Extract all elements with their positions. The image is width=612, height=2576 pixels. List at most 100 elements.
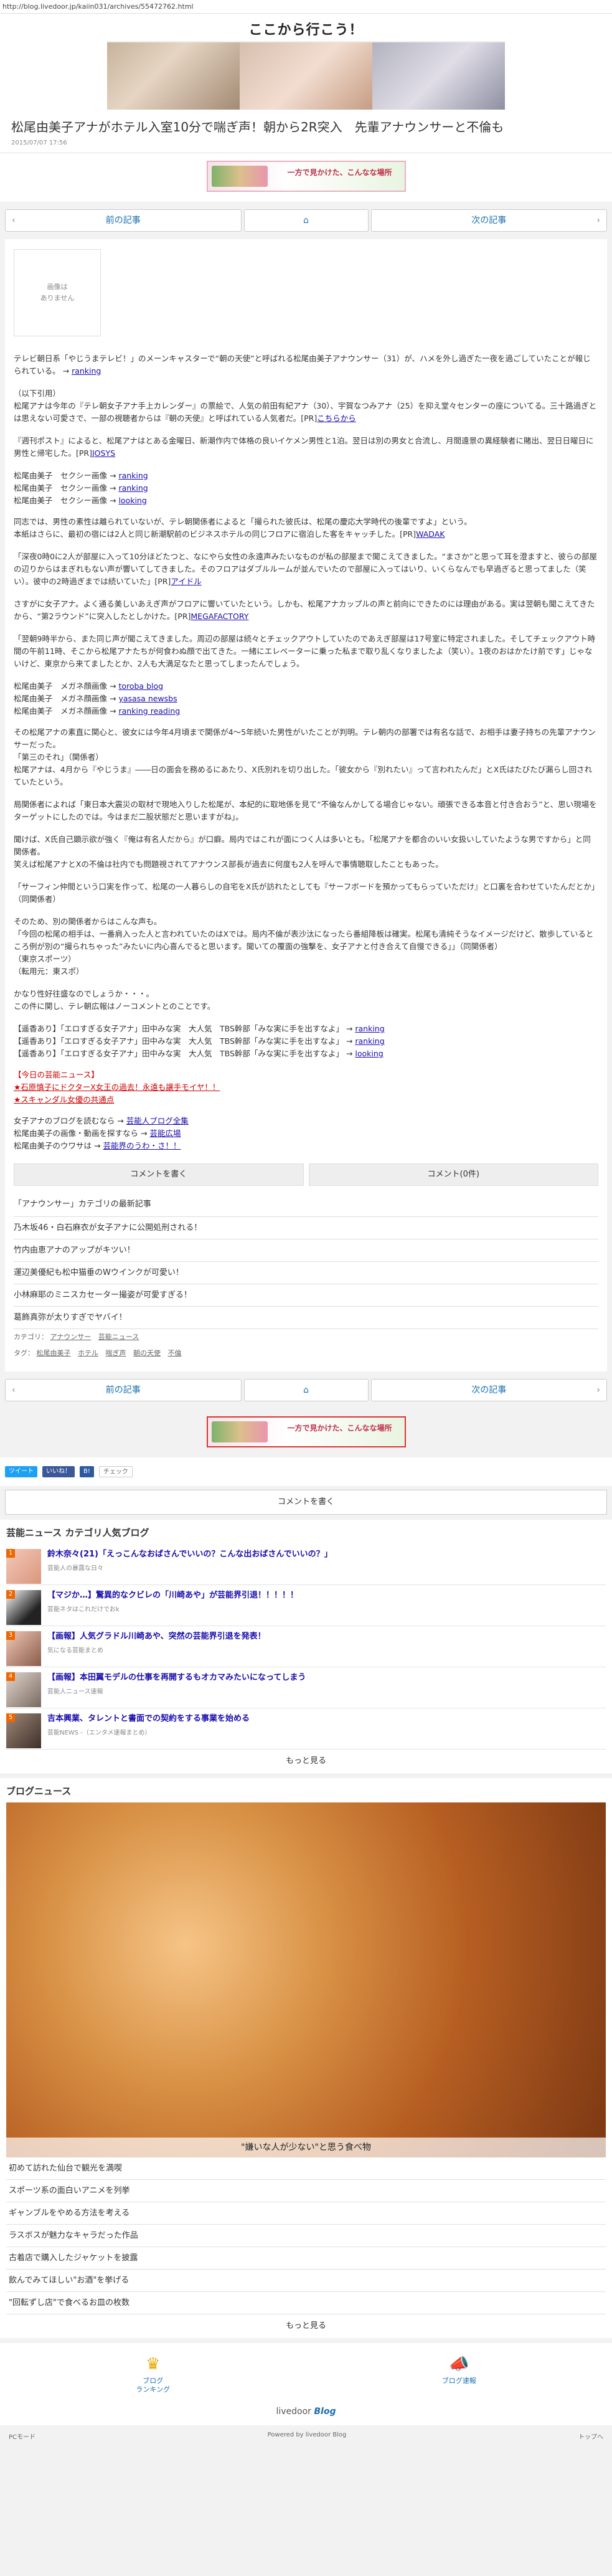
blog-news-item[interactable]: スポーツ系の面白いアニメを列挙 <box>6 2180 606 2202</box>
tag-link[interactable]: 松尾由美子 <box>37 1349 71 1357</box>
blog-news-flash-link[interactable]: 📣 ブログ速報 <box>397 2354 521 2394</box>
related-item[interactable]: 竹内由恵アナのアップがキツい！ <box>14 1239 598 1262</box>
ad-banner-bottom[interactable]: 一方で見かけた、こんなな場所 <box>206 1416 406 1447</box>
ranking-item-source: 気になる芸能まとめ <box>47 1647 103 1654</box>
ranking-text: 【画報】本田翼モデルの仕事を再開するもオカマみたいになってしまう 芸能人ニュース… <box>47 1672 306 1695</box>
tag-link[interactable]: 喘ぎ声 <box>106 1349 126 1357</box>
ranking-item-title[interactable]: 【マジか…】驚異的なクビレの「川崎あや」が芸能界引退！！！！！ <box>47 1590 298 1601</box>
body-paragraph: （以下引用） 松尾アナは今年の『テレ朝女子アナ手上カレンダー』の票絵で、人気の前… <box>14 389 597 423</box>
pr-link[interactable]: WADAK <box>416 529 445 539</box>
link-list: 松尾由美子 メガネ顔画像 → toroba blog 松尾由美子 メガネ顔画像 … <box>14 681 181 716</box>
blog-news-item[interactable]: ラスボスが魅力なキャラだった作品 <box>6 2225 606 2247</box>
header-image-panel-2 <box>239 42 373 110</box>
pr-link[interactable]: アイドル <box>171 577 201 586</box>
related-item[interactable]: 運辺美優紀も松中猫垂のWウインクが可愛い！ <box>14 1262 598 1284</box>
ranking-text: 【マジか…】驚異的なクビレの「川崎あや」が芸能界引退！！！！！ 芸能ネタはこれだ… <box>47 1590 298 1613</box>
hatena-bookmark-button[interactable]: B! <box>80 1466 94 1477</box>
tag-line: タグ： 松尾由美子 ホテル 喘ぎ声 朝の天使 不倫 <box>14 1348 182 1357</box>
livedoor-wordmark: livedoor <box>276 2407 311 2417</box>
blog-ranking-link[interactable]: ♛ ブログ ランキング <box>91 2354 215 2394</box>
check-button[interactable]: チェック <box>98 1466 133 1477</box>
body-paragraph: 「深夜0時0に2人が部屋に入って10分ほどたつと、なにやら女性の永遠声みたいなも… <box>14 552 597 586</box>
related-item[interactable]: 乃木坂46・白石麻衣が女子アナに公開処刑される！ <box>14 1217 598 1239</box>
tail-links: 女子アナのブログを読むなら → 芸能人ブログ全集 松尾由美子の画像・動画を探すな… <box>14 1116 189 1150</box>
blog-link[interactable]: toroba blog <box>118 681 163 691</box>
rumor-link[interactable]: 芸能界のうわ・さ！！ <box>103 1141 181 1150</box>
ranking-item-title[interactable]: 鈴木奈々(21)「えっこんなおばさんでいいの？こんな出おばさんでいいの？」 <box>47 1549 332 1560</box>
tag-link[interactable]: 不倫 <box>168 1349 182 1357</box>
pc-mode-link[interactable]: PCモード <box>9 2432 35 2441</box>
pr-link[interactable]: JOSYS <box>92 448 115 458</box>
ranking-thumbnail: 5 <box>6 1713 41 1748</box>
body-paragraph: さすがに女子アナ。よく通る美しいあえぎ声がフロアに響いていたという。しかも、松尾… <box>14 599 595 621</box>
header-image-panel-1 <box>106 42 240 110</box>
rank-badge: 3 <box>6 1631 15 1640</box>
today-news-link[interactable]: ★石原慎子にドクターX女王の過去！永遠も譲手モイヤ！！ <box>14 1082 220 1092</box>
ranking-link[interactable]: ranking <box>118 471 148 480</box>
ranking-link[interactable]: ranking <box>355 1036 384 1046</box>
blog-news-item[interactable]: 初めて訪れた仙台で観光を満喫 <box>6 2157 606 2180</box>
prev-article-button[interactable]: ‹ 前の記事 <box>5 1378 242 1401</box>
ad-banner-top[interactable]: 一方で見かけた、こんなな場所 <box>206 161 406 192</box>
write-comment-button-wide[interactable]: コメントを書く <box>5 1489 607 1515</box>
ranking-item[interactable]: 5 吉本興業、タレントと書面での契約をする事業を始める 芸能NEWS -（エンタ… <box>6 1708 606 1750</box>
ad-banner-text: 一方で見かけた、こんなな場所 <box>287 1423 392 1432</box>
ranking-more-link[interactable]: もっと見る <box>6 1750 606 1773</box>
home-button[interactable]: ⌂ <box>243 1378 369 1401</box>
blog-title[interactable]: ここから行こう！ <box>0 19 612 39</box>
today-news-link[interactable]: ★スキャンダル女優の共通点 <box>14 1095 114 1104</box>
blog-news-list: 初めて訪れた仙台で観光を満喫 スポーツ系の面白いアニメを列挙 ギャンブルをやめる… <box>6 2157 606 2314</box>
header-image[interactable] <box>106 41 506 110</box>
blog-collection-link[interactable]: 芸能人ブログ全集 <box>126 1116 189 1125</box>
blog-news-item[interactable]: ギャンブルをやめる方法を考える <box>6 2202 606 2225</box>
ranking-item-title[interactable]: 【画報】本田翼モデルの仕事を再開するもオカマみたいになってしまう <box>47 1672 306 1683</box>
ranking-item[interactable]: 1 鈴木奈々(21)「えっこんなおばさんでいいの？こんな出おばさんでいいの？」 … <box>6 1544 606 1585</box>
pr-link[interactable]: MEGAFACTORY <box>191 612 248 621</box>
prev-article-button[interactable]: ‹ 前の記事 <box>5 209 242 232</box>
back-to-top-link[interactable]: トップへ <box>578 2432 603 2441</box>
ranking-link[interactable]: ranking <box>355 1024 384 1033</box>
blog-news-item[interactable]: "回転ずし店"で食べるお皿の枚数 <box>6 2292 606 2314</box>
blog-news-feature-image[interactable]: "嫌いな人が少ない"と思う食べ物 <box>6 1802 606 2157</box>
looking-link[interactable]: looking <box>355 1049 383 1058</box>
looking-link[interactable]: looking <box>118 496 146 505</box>
tweet-button[interactable]: ツイート <box>5 1466 37 1477</box>
ranking-item[interactable]: 4 【画報】本田翼モデルの仕事を再開するもオカマみたいになってしまう 芸能人ニュ… <box>6 1667 606 1708</box>
ranking-item-title[interactable]: 吉本興業、タレントと書面での契約をする事業を始める <box>47 1713 250 1725</box>
entertainment-square-link[interactable]: 芸能広場 <box>149 1129 181 1138</box>
next-article-label: 次の記事 <box>471 1385 507 1395</box>
pr-link[interactable]: こちらから <box>317 414 356 423</box>
tag-link[interactable]: 朝の天使 <box>133 1349 161 1357</box>
related-item[interactable]: 小林麻耶のミニスカセーター撮姿が可愛すぎる！ <box>14 1284 598 1307</box>
ranking-item[interactable]: 2 【マジか…】驚異的なクビレの「川崎あや」が芸能界引退！！！！！ 芸能ネタはこ… <box>6 1585 606 1626</box>
rank-badge: 5 <box>6 1713 15 1722</box>
blog-link[interactable]: ranking reading <box>118 706 180 716</box>
header-image-panel-3 <box>372 42 506 110</box>
home-button[interactable]: ⌂ <box>243 209 369 232</box>
livedoor-blog-logo[interactable]: livedoor Blog <box>0 2400 612 2426</box>
ad-banner-image <box>211 166 268 187</box>
body-paragraph: そのため、別の関係者からはこんな声も。 「今回の松尾の相手は、一番肩入った人と言… <box>14 917 594 976</box>
blog-news-item[interactable]: 飲んでみてほしい"お酒"を挙げる <box>6 2270 606 2292</box>
next-article-button[interactable]: 次の記事 › <box>370 1378 607 1401</box>
related-item[interactable]: 葛飾真弥が太りすぎでヤバイ！ <box>14 1307 598 1329</box>
ranking-item[interactable]: 3 【画報】人気グラドル川崎あや、突然の芸能界引退を発表！ 気になる芸能まとめ <box>6 1626 606 1667</box>
body-paragraph: 「サーフィン仲間という口実を作って、松尾の一人暮らしの自宅をX氏が訪れたとしても… <box>14 882 595 904</box>
blog-news-item[interactable]: 古着店で購入したジャケットを披露 <box>6 2247 606 2270</box>
ad-banner-image <box>211 1421 268 1442</box>
blog-link[interactable]: yasasa newsbs <box>118 694 177 703</box>
blog-news-more-link[interactable]: もっと見る <box>6 2314 606 2338</box>
ranking-link[interactable]: ranking <box>72 366 101 376</box>
facebook-like-button[interactable]: いいね！ <box>42 1466 75 1477</box>
ranking-link[interactable]: ranking <box>118 483 148 493</box>
category-link[interactable]: 芸能ニュース <box>98 1333 139 1341</box>
write-comment-button[interactable]: コメントを書く <box>14 1163 304 1186</box>
next-article-button[interactable]: 次の記事 › <box>370 209 607 232</box>
related-list: 乃木坂46・白石麻衣が女子アナに公開処刑される！ 竹内由恵アナのアップがキツい！… <box>14 1216 598 1329</box>
ranking-item-title[interactable]: 【画報】人気グラドル川崎あや、突然の芸能界引退を発表！ <box>47 1631 266 1642</box>
ad-banner-bottom-wrap: 一方で見かけた、こんなな場所 <box>0 1408 612 1457</box>
link-list: 松尾由美子 セクシー画像 → ranking 松尾由美子 セクシー画像 → ra… <box>14 471 148 505</box>
category-link[interactable]: アナウンサー <box>50 1333 92 1341</box>
tag-link[interactable]: ホテル <box>78 1349 98 1357</box>
comment-count-button[interactable]: コメント(0件) <box>308 1163 598 1186</box>
